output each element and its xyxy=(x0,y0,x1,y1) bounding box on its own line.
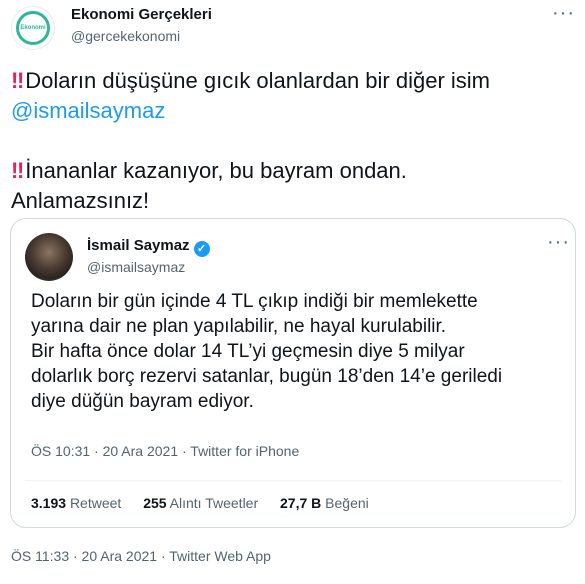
likes-stat[interactable]: 27,7 B Beğeni xyxy=(280,495,369,511)
quoted-tweet-meta[interactable]: ÖS 10:31 · 20 Ara 2021 · Twitter for iPh… xyxy=(31,443,299,459)
quoted-author-handle[interactable]: @ismailsaymaz xyxy=(87,259,185,275)
quoted-author-name-text: İsmail Saymaz xyxy=(87,237,190,254)
double-exclamation-icon: ‼ xyxy=(11,68,24,93)
quoted-text-line: yarına dair ne plan yapılabilir, ne haya… xyxy=(31,316,447,337)
tweet-line-1: Doların düşüşüne gıcık olanlardan bir di… xyxy=(25,68,490,93)
author-avatar[interactable]: Ekonomi xyxy=(11,6,55,50)
quoted-text-line: dolarlık borç rezervi satanlar, bugün 18… xyxy=(31,366,503,387)
quoted-text-line: Doların bir gün içinde 4 TL çıkıp indiği… xyxy=(31,291,478,312)
retweets-label: Retweet xyxy=(69,495,122,511)
more-options-icon[interactable]: ··· xyxy=(552,2,575,25)
quoted-author-avatar[interactable] xyxy=(25,233,73,281)
retweets-stat[interactable]: 3.193 Retweet xyxy=(31,495,121,511)
quoted-tweet-text: Doların bir gün içinde 4 TL çıkıp indiği… xyxy=(31,289,561,414)
tweet-meta[interactable]: ÖS 11:33 · 20 Ara 2021 · Twitter Web App xyxy=(11,548,271,564)
verified-badge-icon: ✓ xyxy=(193,241,210,257)
tweet: Ekonomi Ekonomi Gerçekleri @gercekekonom… xyxy=(0,0,585,584)
mention-link[interactable]: @ismailsaymaz xyxy=(11,98,165,123)
tweet-line-3: Anlamazsınız! xyxy=(11,188,150,213)
logo-icon: Ekonomi xyxy=(16,11,50,45)
quoted-author-name[interactable]: İsmail Saymaz ✓ xyxy=(87,237,210,257)
quotes-label: Alıntı Tweetler xyxy=(169,495,259,511)
quotes-count: 255 xyxy=(143,495,167,511)
author-name[interactable]: Ekonomi Gerçekleri xyxy=(71,6,212,23)
likes-count: 27,7 B xyxy=(280,495,322,511)
quoted-tweet[interactable]: İsmail Saymaz ✓ @ismailsaymaz ··· Doların… xyxy=(10,218,576,528)
double-exclamation-icon: ‼ xyxy=(11,158,24,183)
quoted-more-options-icon[interactable]: ··· xyxy=(547,231,570,254)
divider xyxy=(25,480,561,481)
author-handle[interactable]: @gercekekonomi xyxy=(71,28,180,44)
tweet-line-2: İnananlar kazanıyor, bu bayram ondan. xyxy=(25,158,407,183)
retweets-count: 3.193 xyxy=(31,495,67,511)
engagement-stats: 3.193 Retweet 255 Alıntı Tweetler 27,7 B… xyxy=(31,495,387,511)
likes-label: Beğeni xyxy=(325,495,369,511)
quote-tweets-stat[interactable]: 255 Alıntı Tweetler xyxy=(143,495,258,511)
quoted-text-line: Bir hafta önce dolar 14 TL’yi geçmesin d… xyxy=(31,341,465,362)
tweet-text: ‼ Doların düşüşüne gıcık olanlardan bir d… xyxy=(11,66,571,216)
avatar-logo-text: Ekonomi xyxy=(20,25,46,31)
quoted-text-line: diye düğün bayram ediyor. xyxy=(31,391,254,412)
